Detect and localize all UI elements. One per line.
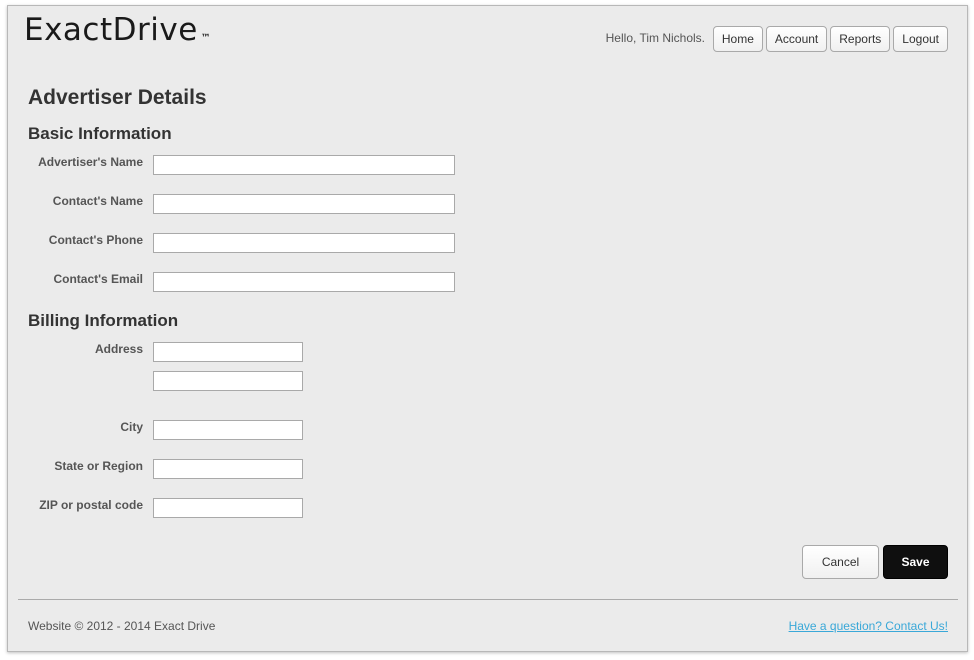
contact-name-field[interactable] <box>153 194 455 214</box>
zip-field[interactable] <box>153 498 303 518</box>
cancel-button[interactable]: Cancel <box>802 545 879 579</box>
logo-trademark: ™ <box>200 33 211 44</box>
address-label: Address <box>94 342 143 356</box>
user-greeting: Hello, Tim Nichols. <box>605 31 705 45</box>
advertiser-name-field[interactable] <box>153 155 455 175</box>
contact-name-label: Contact's Name <box>52 194 143 208</box>
page-title: Advertiser Details <box>28 86 207 109</box>
contact-phone-field[interactable] <box>153 233 455 253</box>
billing-info-heading: Billing Information <box>28 311 179 330</box>
state-field[interactable] <box>153 459 303 479</box>
address-line2-field[interactable] <box>153 371 303 391</box>
copyright-text: Website © 2012 - 2014 Exact Drive <box>28 619 216 633</box>
logo: ExactDrive ™ <box>24 12 211 48</box>
contact-email-field[interactable] <box>153 272 455 292</box>
home-button[interactable]: Home <box>712 26 763 52</box>
footer-divider <box>18 599 958 600</box>
city-label: City <box>120 420 143 434</box>
address-line1-field[interactable] <box>153 342 303 362</box>
state-label: State or Region <box>54 459 143 473</box>
logo-text: ExactDrive <box>24 12 198 48</box>
city-field[interactable] <box>153 420 303 440</box>
advertiser-name-label: Advertiser's Name <box>38 155 143 169</box>
top-nav: Home Account Reports Logout <box>712 26 948 52</box>
basic-info-heading: Basic Information <box>28 124 172 143</box>
zip-label: ZIP or postal code <box>39 498 143 512</box>
save-button[interactable]: Save <box>883 545 948 579</box>
contact-link[interactable]: Have a question? Contact Us! <box>789 619 948 633</box>
reports-button[interactable]: Reports <box>830 26 891 52</box>
page-container: ExactDrive ™ Hello, Tim Nichols. Home Acc… <box>7 5 968 652</box>
contact-email-label: Contact's Email <box>53 272 143 286</box>
contact-phone-label: Contact's Phone <box>48 233 143 247</box>
logout-button[interactable]: Logout <box>893 26 948 52</box>
account-button[interactable]: Account <box>765 26 828 52</box>
